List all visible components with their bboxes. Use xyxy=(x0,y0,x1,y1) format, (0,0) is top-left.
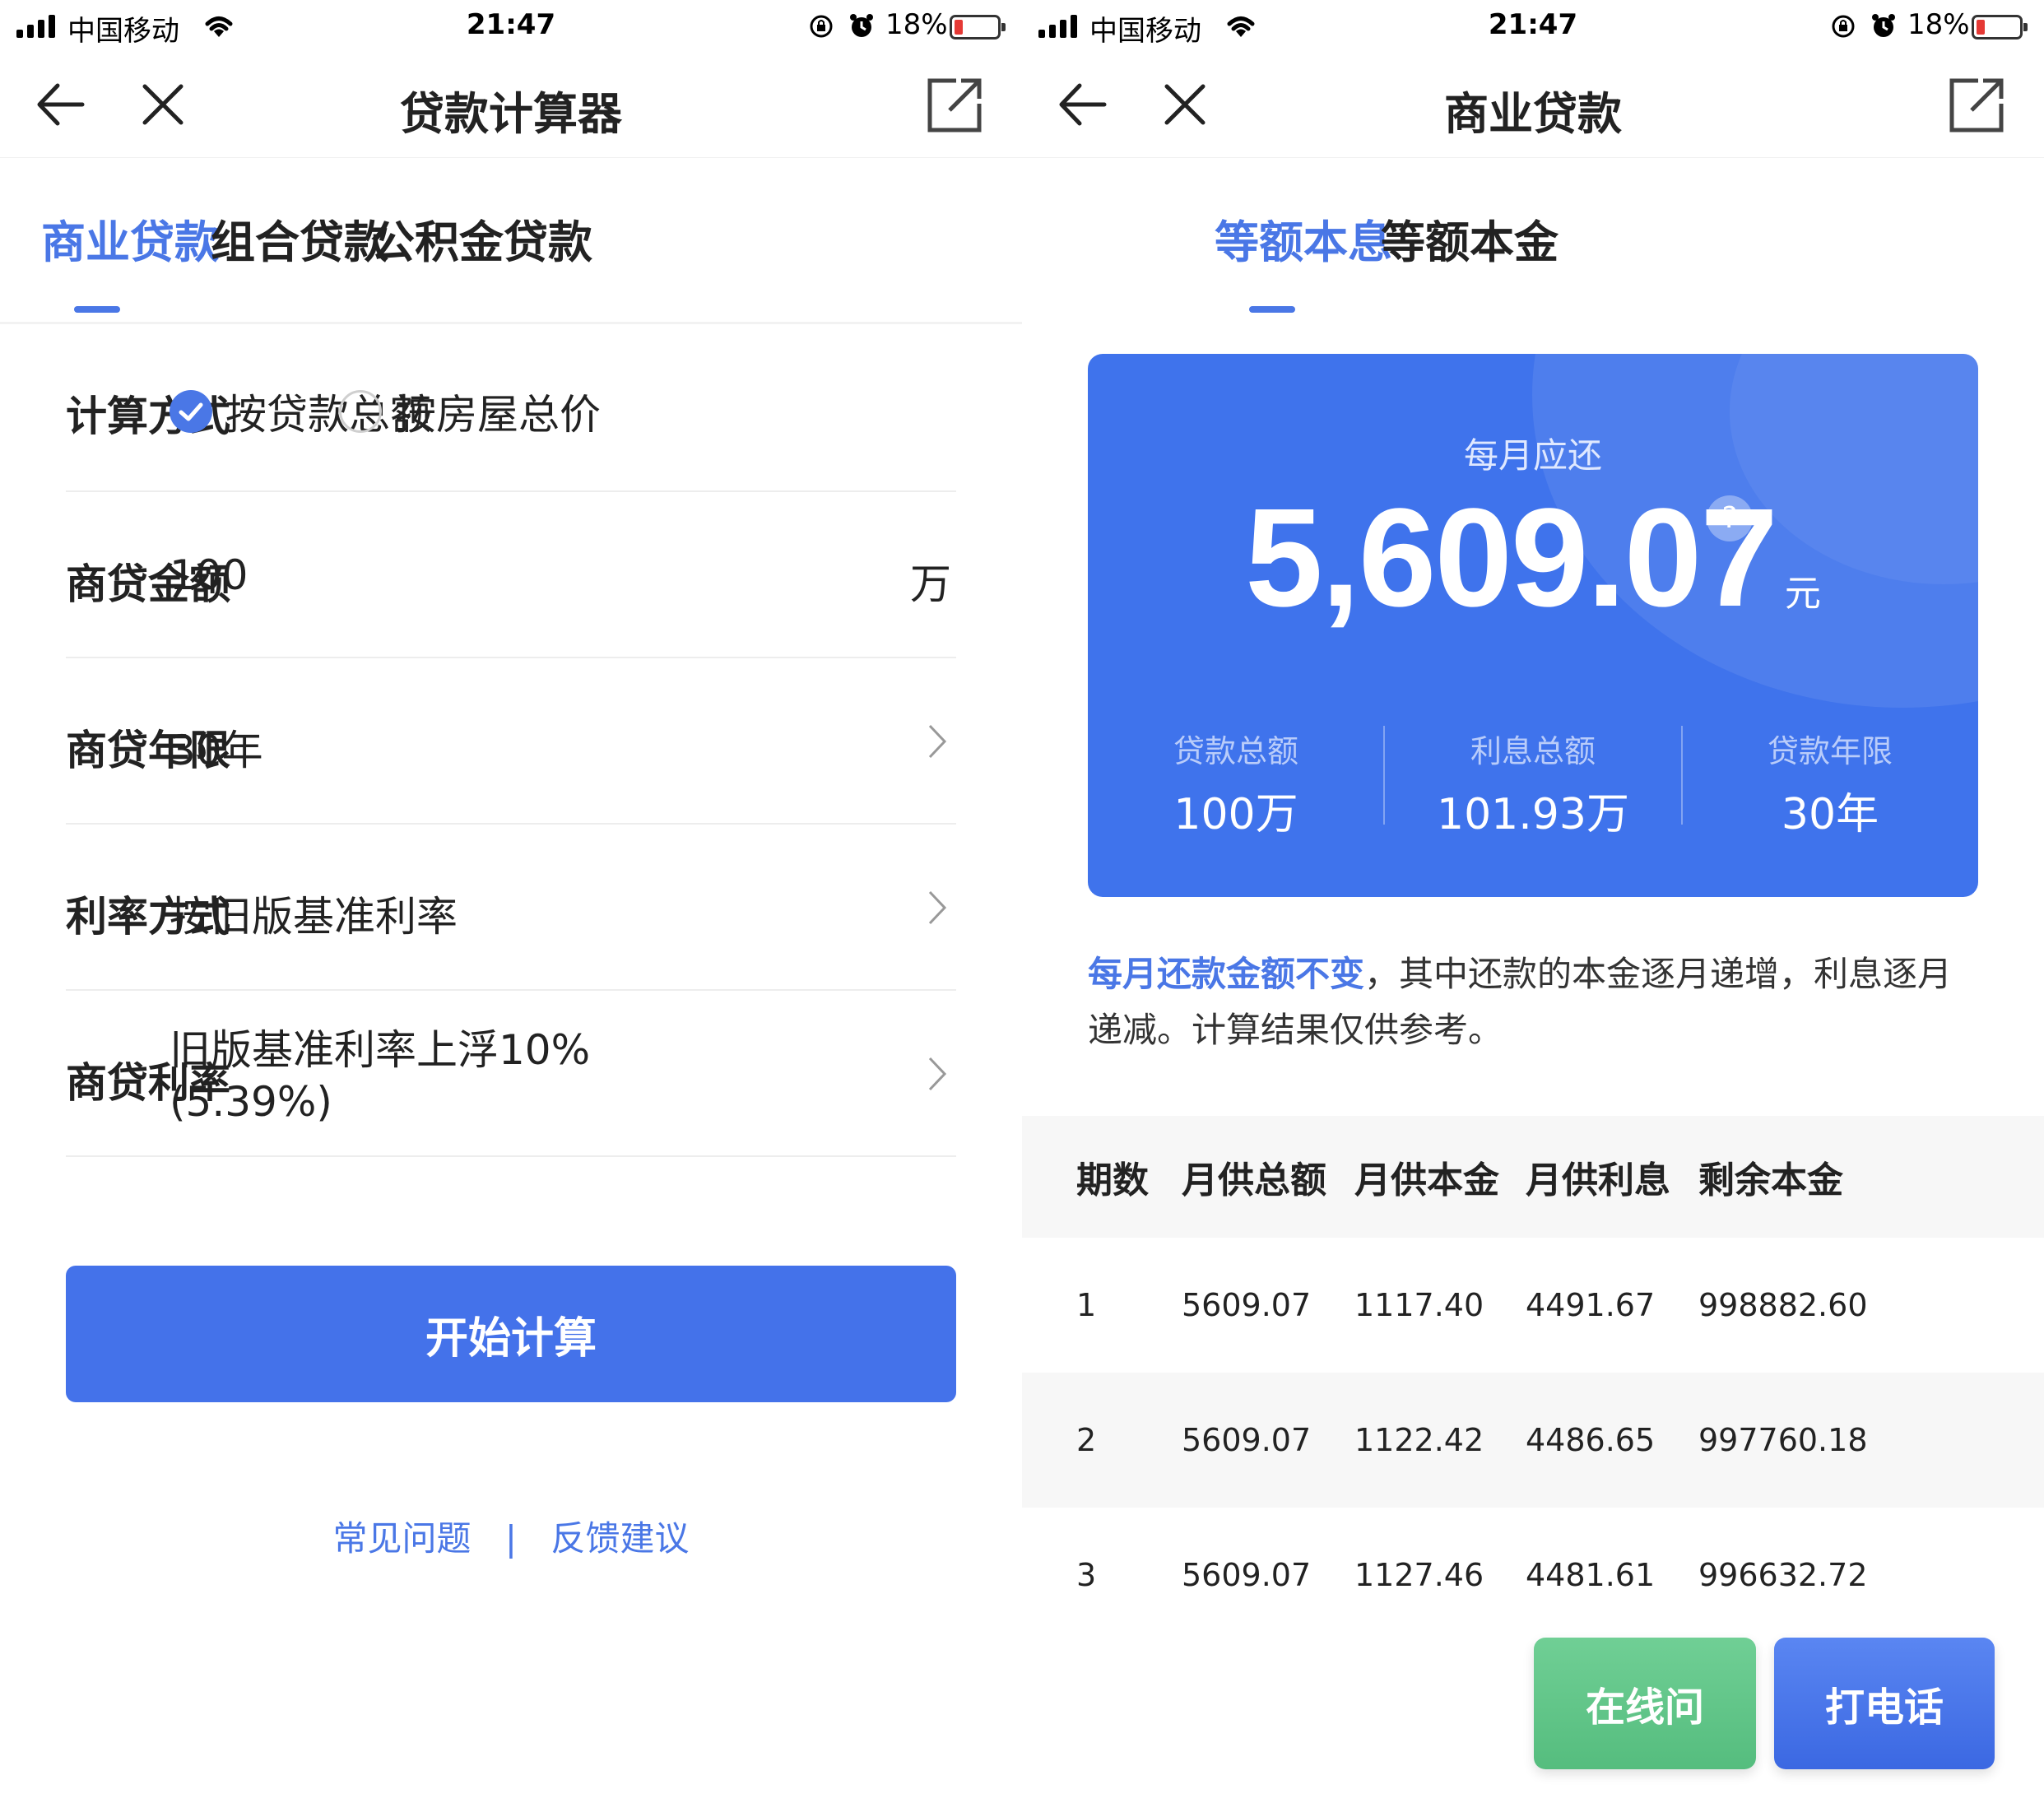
help-question-icon[interactable]: ? xyxy=(1707,495,1753,541)
table-cell: 997760.18 xyxy=(1698,1422,1868,1458)
table-cell: 1122.42 xyxy=(1354,1422,1484,1458)
result-screen: 中国移动 21:47 18% 商业贷款 等额本息 等额本金 每月应还 5,609… xyxy=(1022,0,2044,1817)
calc-method-row: 计算方式 按贷款总额 按房屋总价 xyxy=(66,324,956,492)
monthly-payment-unit: 元 xyxy=(1784,573,1821,615)
chevron-right-icon xyxy=(928,890,947,925)
radio-by-house-price[interactable]: 按房屋总价 xyxy=(339,382,601,441)
nav-bar: 商业贷款 xyxy=(1022,53,2044,158)
share-icon[interactable] xyxy=(925,76,984,135)
stat-value: 30年 xyxy=(1781,790,1879,839)
table-cell: 2 xyxy=(1076,1422,1097,1458)
chevron-right-icon xyxy=(928,1057,947,1091)
loan-amount-unit: 万 xyxy=(910,560,951,608)
stat-label: 利息总额 xyxy=(1470,733,1596,769)
radio-label: 按房屋总价 xyxy=(395,391,601,439)
calculator-screen: 中国移动 21:47 18% 贷款计算器 商业贷款 组合贷款 公积金贷款 计算方… xyxy=(0,0,1022,1817)
link-separator: | xyxy=(504,1518,518,1559)
stat-value: 101.93万 xyxy=(1437,790,1629,839)
table-cell: 1117.40 xyxy=(1354,1287,1484,1323)
active-tab-indicator xyxy=(74,306,120,313)
page-title: 商业贷款 xyxy=(1444,88,1622,140)
status-bar: 中国移动 21:47 18% xyxy=(0,0,1022,53)
tab-commercial-loan[interactable]: 商业贷款 xyxy=(41,206,219,271)
active-tab-indicator xyxy=(1249,306,1295,313)
battery-icon xyxy=(1972,15,2028,40)
online-consult-button[interactable]: 在线问 xyxy=(1534,1638,1756,1769)
loan-rate-value-line1: 旧版基准利率上浮10% xyxy=(170,1026,591,1074)
table-cell: 1 xyxy=(1076,1287,1097,1323)
rate-method-value: 按旧版基准利率 xyxy=(170,893,458,941)
tab-equal-installment[interactable]: 等额本息 xyxy=(1215,206,1392,271)
status-bar: 中国移动 21:47 18% xyxy=(1022,0,2044,53)
page-title: 贷款计算器 xyxy=(400,88,622,140)
rotation-lock-icon xyxy=(810,15,833,38)
loan-term-row[interactable]: 商贷年限 30年 xyxy=(66,658,956,825)
loan-rate-value-line2: (5.39%) xyxy=(170,1078,332,1126)
loan-term-value: 30年 xyxy=(170,727,263,774)
stat-value: 100万 xyxy=(1173,790,1298,839)
loan-type-tabs: 商业贷款 组合贷款 公积金贷款 xyxy=(0,158,1022,324)
feedback-link[interactable]: 反馈建议 xyxy=(550,1518,689,1559)
column-header: 剩余本金 xyxy=(1698,1159,1843,1201)
check-circle-icon xyxy=(170,390,212,433)
share-icon[interactable] xyxy=(1947,76,2006,135)
battery-percent: 18% xyxy=(1907,8,1970,41)
table-cell: 5609.07 xyxy=(1182,1287,1312,1323)
loan-rate-row[interactable]: 商贷利率 旧版基准利率上浮10% (5.39%) xyxy=(66,991,956,1157)
faq-link[interactable]: 常见问题 xyxy=(333,1518,472,1559)
schedule-table-header: 期数 月供总额 月供本金 月供利息 剩余本金 xyxy=(1022,1116,2044,1238)
monthly-payment-caption: 每月应还 xyxy=(1463,435,1602,476)
table-cell: 5609.07 xyxy=(1182,1422,1312,1458)
loan-amount-row[interactable]: 商贷金额 100 万 xyxy=(66,492,956,658)
tab-provident-fund-loan[interactable]: 公积金贷款 xyxy=(370,206,592,271)
tab-combined-loan[interactable]: 组合贷款 xyxy=(211,206,388,271)
note-highlight: 每月还款金额不变 xyxy=(1088,954,1365,994)
result-card: 每月应还 5,609.07 元 ? 贷款总额 100万 利息总额 101.93万 … xyxy=(1088,354,1978,897)
chevron-right-icon xyxy=(928,724,947,759)
table-cell: 998882.60 xyxy=(1698,1287,1868,1323)
help-links: 常见问题 | 反馈建议 xyxy=(0,1511,1022,1561)
battery-icon xyxy=(950,15,1006,40)
stat-loan-term: 贷款年限 30年 xyxy=(1682,726,1978,841)
battery-percent: 18% xyxy=(885,8,948,41)
column-header: 月供本金 xyxy=(1354,1159,1499,1201)
calculate-button[interactable]: 开始计算 xyxy=(66,1266,956,1402)
result-note: 每月还款金额不变，其中还款的本金逐月递增，利息逐月递减。计算结果仅供参考。 xyxy=(1088,946,1985,1058)
repayment-method-tabs: 等额本息 等额本金 xyxy=(1022,158,2044,324)
stat-label: 贷款年限 xyxy=(1767,733,1893,769)
table-row: 2 5609.07 1122.42 4486.65 997760.18 xyxy=(1022,1373,2044,1508)
loan-amount-input[interactable]: 100 xyxy=(170,551,248,599)
stat-label: 贷款总额 xyxy=(1173,733,1298,769)
phone-call-button[interactable]: 打电话 xyxy=(1774,1638,1995,1769)
nav-bar: 贷款计算器 xyxy=(0,53,1022,158)
stat-loan-total: 贷款总额 100万 xyxy=(1088,726,1384,841)
monthly-payment-amount: 5,609.07 xyxy=(1245,480,1778,636)
table-row: 1 5609.07 1117.40 4491.67 998882.60 xyxy=(1022,1238,2044,1373)
column-header: 期数 xyxy=(1076,1159,1149,1201)
empty-circle-icon xyxy=(339,390,382,433)
column-header: 月供总额 xyxy=(1182,1159,1326,1201)
alarm-icon xyxy=(850,14,873,37)
table-cell: 4491.67 xyxy=(1526,1287,1656,1323)
alarm-icon xyxy=(1872,14,1895,37)
stat-interest-total: 利息总额 101.93万 xyxy=(1385,726,1681,841)
rotation-lock-icon xyxy=(1832,15,1855,38)
rate-method-row[interactable]: 利率方式 按旧版基准利率 xyxy=(66,825,956,991)
monthly-payment: 5,609.07 元 xyxy=(1088,477,1978,639)
table-cell: 4486.65 xyxy=(1526,1422,1656,1458)
column-header: 月供利息 xyxy=(1526,1159,1670,1201)
tab-equal-principal[interactable]: 等额本金 xyxy=(1381,206,1559,271)
